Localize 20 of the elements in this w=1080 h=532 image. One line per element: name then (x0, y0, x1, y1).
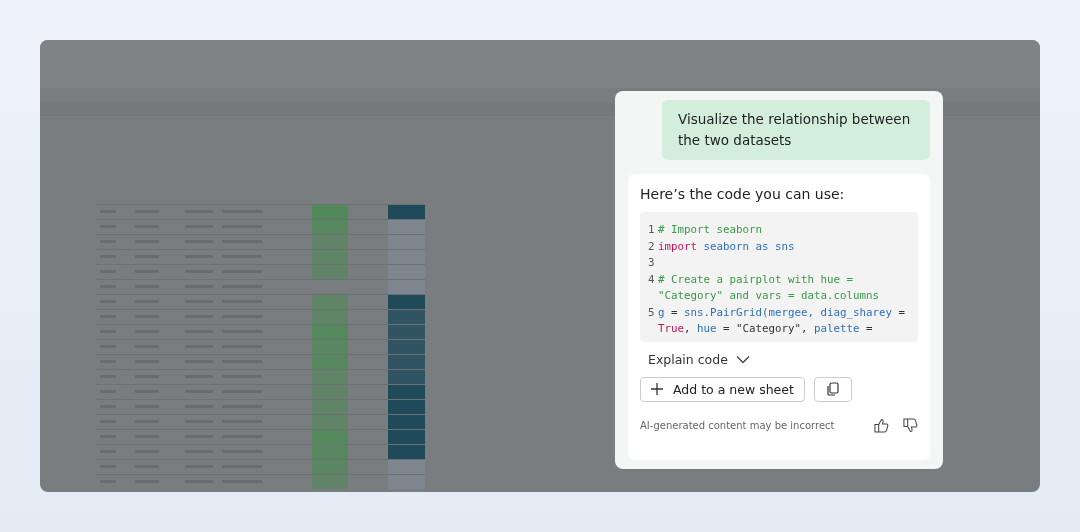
copy-icon (826, 382, 839, 396)
disclaimer-text: AI-generated content may be incorrect (640, 419, 836, 431)
line-number: 4 (648, 271, 656, 288)
code-line: import seaborn as sns (658, 238, 796, 255)
thumbs-down-icon[interactable] (903, 417, 918, 433)
line-number: 3 (648, 255, 656, 271)
user-message: Visualize the relationship between the two datasets (662, 100, 930, 160)
explain-code-toggle[interactable]: Explain code (640, 347, 758, 371)
response-intro: Here’s the code you can use: (640, 186, 846, 202)
line-number: 1 (648, 222, 656, 238)
line-number: 5 (648, 304, 656, 321)
code-line: # Import seaborn (658, 222, 763, 238)
plus-icon (651, 383, 663, 395)
add-to-sheet-button[interactable]: Add to a new sheet (640, 376, 805, 402)
copy-button[interactable] (813, 376, 852, 402)
line-number: 2 (648, 238, 656, 255)
chevron-icon (735, 354, 750, 364)
code-line: g = sns.PairGrid(mergee, diag_sharey = True, hue = "Category", palette = (658, 304, 907, 337)
thumbs-up-icon[interactable] (874, 417, 889, 433)
code-line: # Create a pairplot with hue = "Category" and vars = data.columns (658, 271, 880, 304)
